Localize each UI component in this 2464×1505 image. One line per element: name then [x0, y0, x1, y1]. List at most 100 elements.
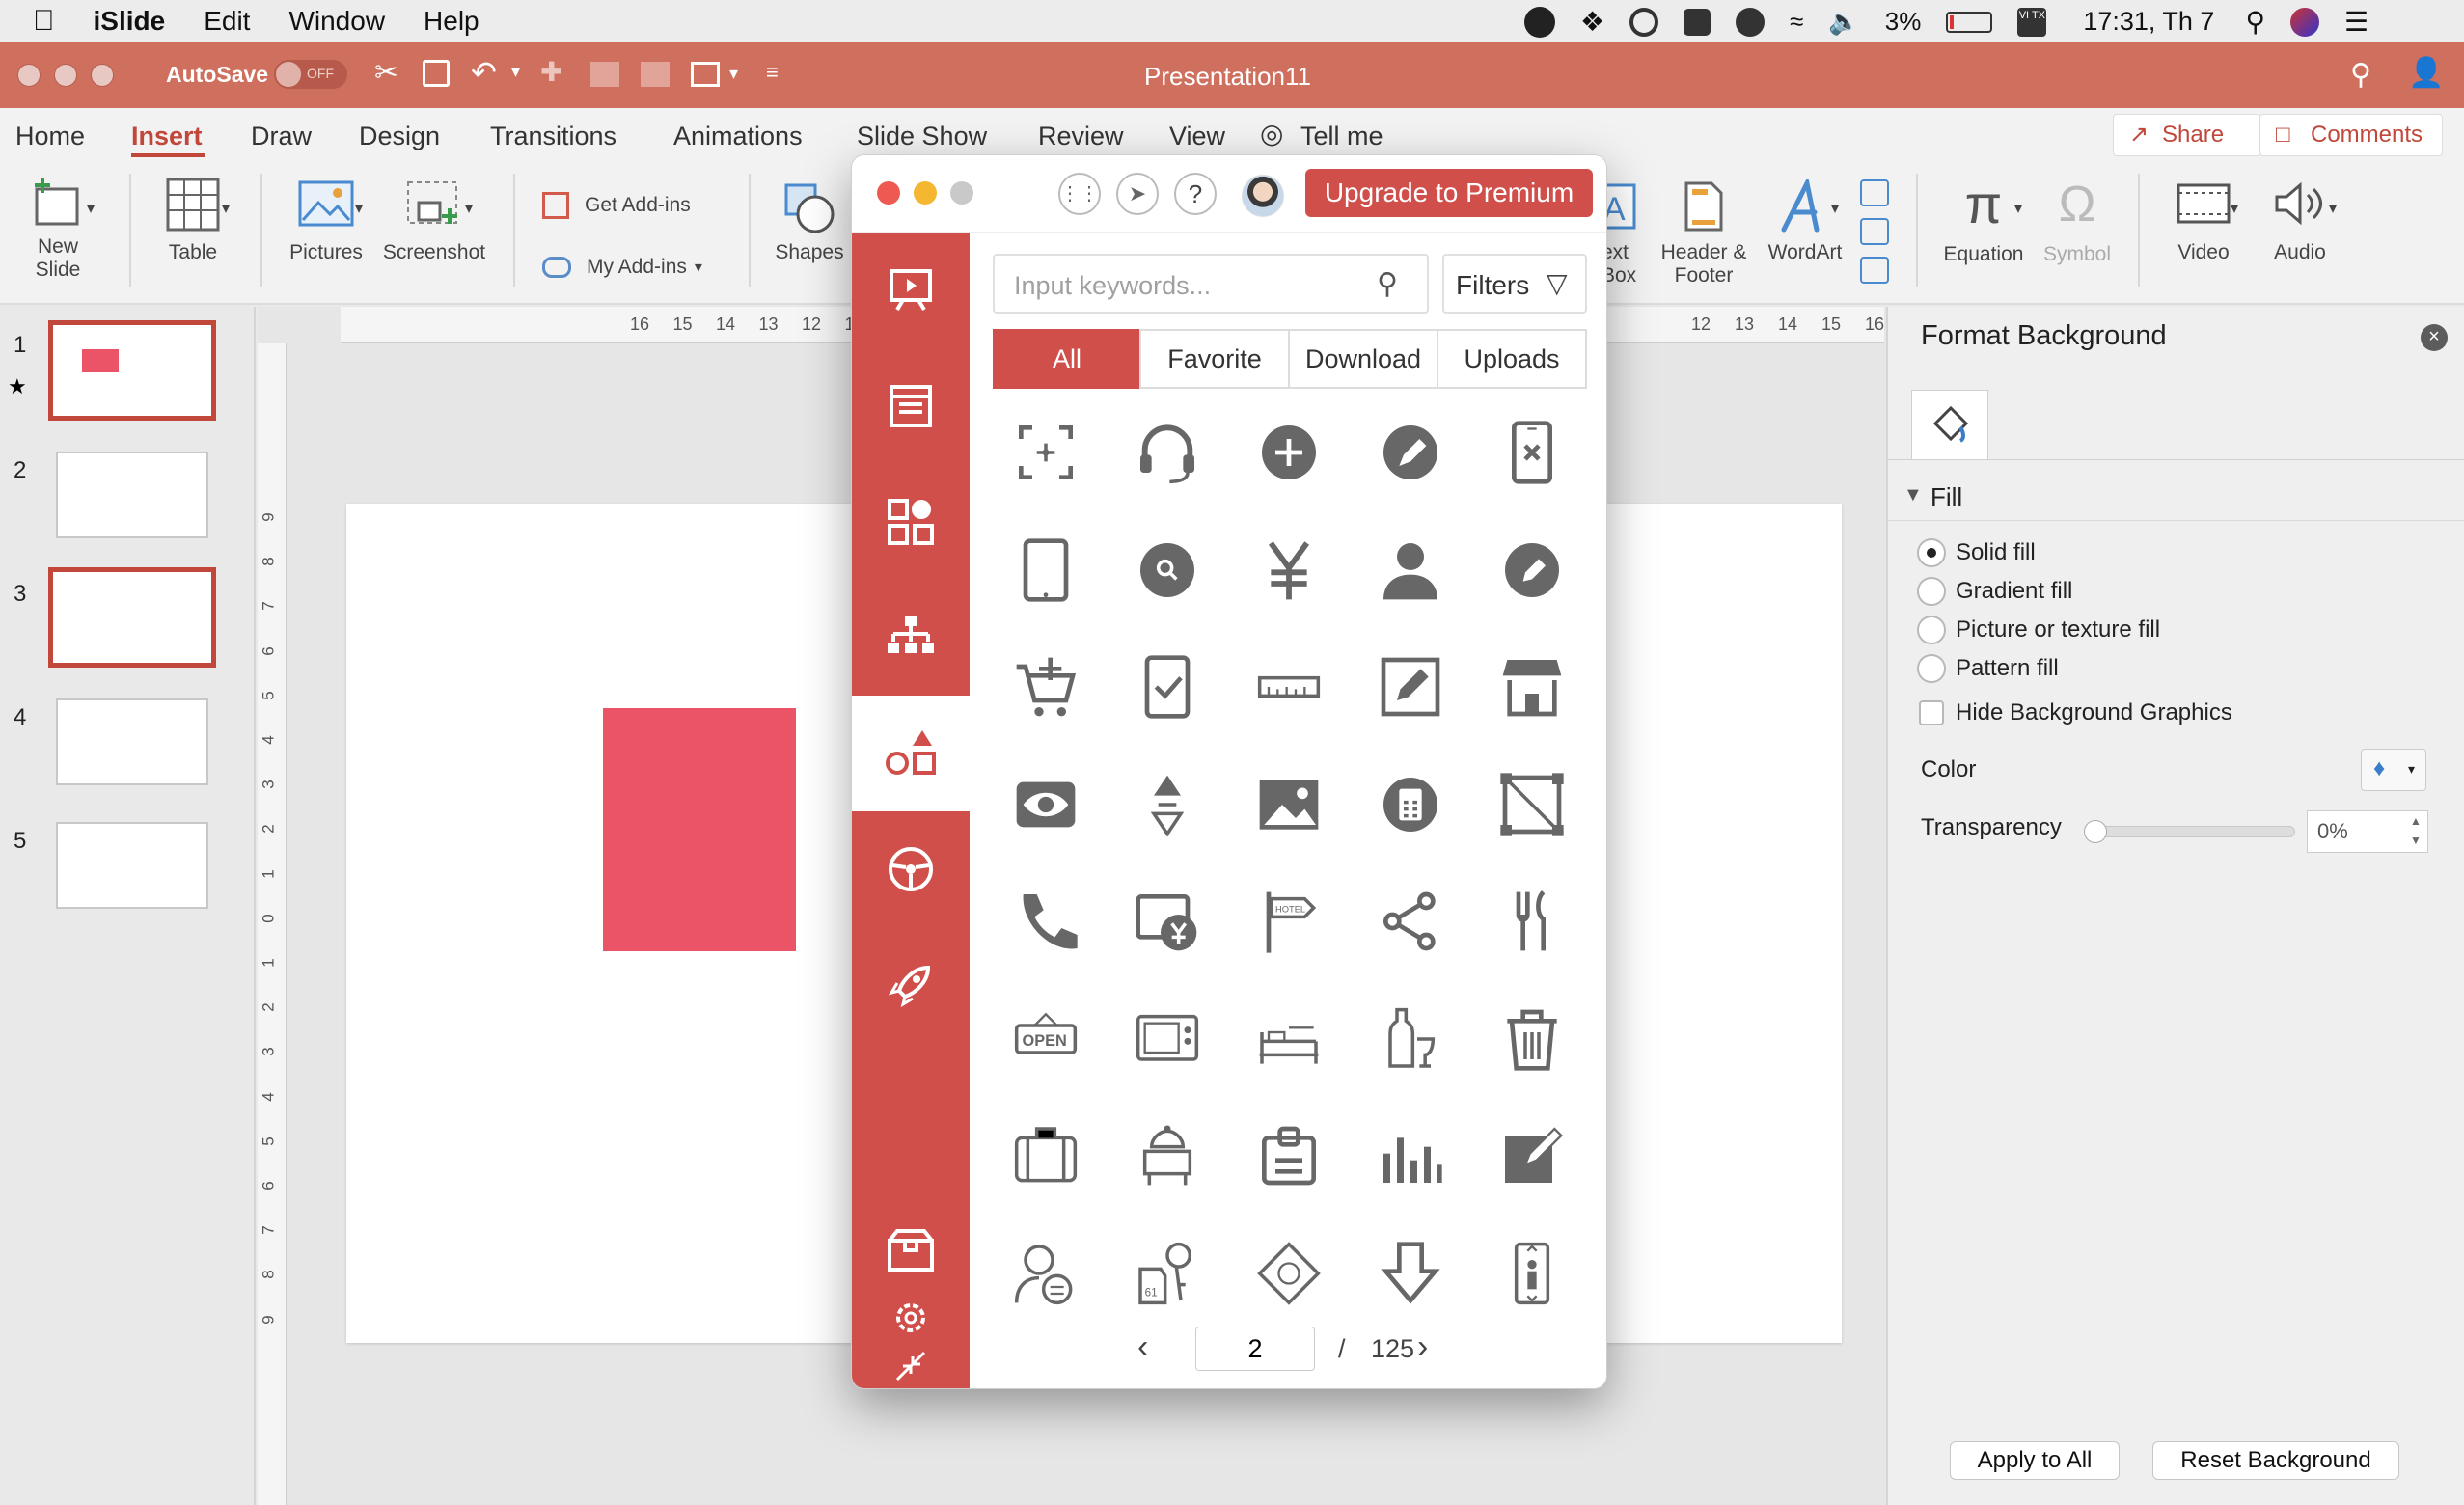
pencil-circle-icon[interactable]	[1479, 517, 1585, 623]
trash-icon[interactable]	[1479, 986, 1585, 1092]
next-page-icon[interactable]: ›	[1417, 1328, 1428, 1366]
tab-design[interactable]: Design	[359, 122, 440, 151]
slide-rectangle-shape[interactable]	[603, 708, 796, 951]
tab-transitions[interactable]: Transitions	[490, 122, 616, 151]
share-button[interactable]: ↗ Share	[2113, 114, 2261, 156]
tab-favorite[interactable]: Favorite	[1139, 329, 1290, 389]
symbol-button[interactable]: Ω Symbol	[2034, 176, 2121, 266]
screenshot-button[interactable]: Screenshot	[376, 179, 492, 264]
fill-section-header[interactable]: ▼ Fill	[1888, 473, 2464, 521]
transparency-input[interactable]: 0% ▲ ▼	[2307, 810, 2428, 853]
tab-slide-show[interactable]: Slide Show	[857, 122, 987, 151]
wifi-icon[interactable]: ≈	[1790, 7, 1803, 37]
share-icon[interactable]	[1357, 868, 1464, 974]
tab-uploads[interactable]: Uploads	[1437, 329, 1587, 389]
apple-icon[interactable]: 	[33, 5, 55, 38]
elevator-icon[interactable]	[1479, 1220, 1585, 1327]
hotel-sign-icon[interactable]: HOTEL	[1236, 868, 1342, 974]
sidebar-item-themes[interactable]	[852, 464, 970, 580]
sort-icon[interactable]	[1114, 752, 1220, 858]
bottle-glass-icon[interactable]	[1357, 986, 1464, 1092]
tell-me-field[interactable]: Tell me	[1300, 122, 1383, 151]
sidebar-item-templates[interactable]	[852, 348, 970, 464]
pictures-dropdown-icon[interactable]: ▾	[355, 199, 363, 218]
pictures-button[interactable]: Pictures	[276, 179, 376, 264]
status-app-icon[interactable]	[1524, 6, 1555, 38]
dropbox-icon[interactable]: ❖	[1580, 6, 1604, 38]
menu-app-name[interactable]: iSlide	[94, 6, 166, 37]
undo-icon[interactable]: ↶	[471, 54, 497, 91]
tablet-icon[interactable]	[993, 517, 1099, 623]
maximize-window-icon[interactable]	[950, 181, 973, 205]
menubar-clock[interactable]: 17:31, Th 7	[2083, 7, 2214, 37]
slide-thumbnail-1[interactable]	[48, 320, 216, 421]
focus-icon[interactable]	[993, 399, 1099, 506]
radio-gradient-fill[interactable]: Gradient fill	[1917, 575, 2303, 610]
my-addins-button[interactable]: My Add-ins ▾	[542, 251, 702, 284]
bars-chart-icon[interactable]	[1357, 1103, 1464, 1209]
equation-dropdown-icon[interactable]: ▾	[2014, 199, 2022, 218]
volume-icon[interactable]: 🔈	[1828, 7, 1859, 37]
cart-add-icon[interactable]	[993, 634, 1099, 740]
image-icon[interactable]	[1236, 752, 1342, 858]
new-slide-button[interactable]: New Slide	[10, 176, 106, 282]
tab-home[interactable]: Home	[15, 122, 85, 151]
notification-center-icon[interactable]: ☰	[2344, 6, 2368, 38]
user-icon[interactable]	[1357, 517, 1464, 623]
upgrade-premium-button[interactable]: Upgrade to Premium	[1305, 169, 1593, 217]
eye-icon[interactable]	[993, 752, 1099, 858]
transparency-slider[interactable]	[2084, 820, 2295, 843]
search-circle-icon[interactable]	[1114, 517, 1220, 623]
room-service-icon[interactable]	[1114, 1103, 1220, 1209]
group-icon[interactable]	[641, 62, 670, 87]
tab-download[interactable]: Download	[1288, 329, 1438, 389]
radio-pattern-fill[interactable]: Pattern fill	[1917, 652, 2303, 687]
cut-icon[interactable]: ✂	[374, 56, 398, 90]
sidebar-item-library[interactable]	[852, 1207, 970, 1294]
add-circle-icon[interactable]	[1236, 399, 1342, 506]
yen-icon[interactable]	[1236, 517, 1342, 623]
video-dropdown-icon[interactable]: ▾	[2231, 199, 2238, 218]
cutlery-icon[interactable]	[1479, 868, 1585, 974]
hide-background-graphics-checkbox[interactable]: Hide Background Graphics	[1919, 697, 2401, 731]
edit-square-icon[interactable]	[1357, 634, 1464, 740]
customize-toolbar-icon[interactable]: ≡	[766, 60, 779, 85]
video-button[interactable]: Video	[2157, 179, 2250, 264]
table-dropdown-icon[interactable]: ▾	[222, 199, 230, 218]
filters-button[interactable]: Filters ▽	[1442, 254, 1587, 314]
sidebar-item-diagrams[interactable]	[852, 580, 970, 696]
stepper-icon[interactable]: ▲ ▼	[2410, 811, 2422, 850]
slide-thumbnail-4[interactable]	[56, 698, 208, 785]
get-addins-button[interactable]: Get Add-ins	[542, 189, 691, 222]
slide-thumbnail-5[interactable]	[56, 822, 208, 909]
layout-dropdown-icon[interactable]: ▾	[729, 64, 738, 84]
tab-draw[interactable]: Draw	[251, 122, 312, 151]
drive-icon[interactable]	[1684, 8, 1711, 36]
menu-edit[interactable]: Edit	[204, 6, 250, 37]
slide-thumbnail-2[interactable]	[56, 452, 208, 538]
tab-insert[interactable]: Insert	[131, 122, 203, 151]
tag-diamond-icon[interactable]	[1236, 1220, 1342, 1327]
object-icon[interactable]	[1860, 257, 1889, 284]
microwave-icon[interactable]	[1114, 986, 1220, 1092]
page-number-input[interactable]: 2	[1195, 1327, 1315, 1371]
header-footer-button[interactable]: Header & Footer	[1656, 179, 1752, 287]
sidebar-item-pictures[interactable]	[852, 811, 970, 927]
input-source-badge[interactable]: VI TX	[2017, 7, 2047, 37]
minimize-window-icon[interactable]	[54, 64, 77, 87]
wordart-button[interactable]: WordArt	[1762, 179, 1848, 264]
bed-icon[interactable]	[1236, 986, 1342, 1092]
fill-tab[interactable]	[1911, 390, 1988, 459]
store-icon[interactable]	[1479, 634, 1585, 740]
new-slide-dropdown-icon[interactable]: ▾	[87, 199, 95, 218]
sidebar-item-icons[interactable]	[852, 696, 970, 811]
battery-icon[interactable]	[1946, 11, 1993, 33]
equation-button[interactable]: π Equation	[1935, 176, 2032, 266]
open-sign-icon[interactable]: OPEN	[993, 986, 1099, 1092]
search-icon[interactable]: ⚲	[2350, 58, 2371, 92]
menu-window[interactable]: Window	[288, 6, 385, 37]
tab-review[interactable]: Review	[1038, 122, 1124, 151]
tablet-check-icon[interactable]	[1114, 634, 1220, 740]
luggage-icon[interactable]	[993, 1103, 1099, 1209]
sidebar-item-collapse[interactable]	[852, 1342, 970, 1388]
